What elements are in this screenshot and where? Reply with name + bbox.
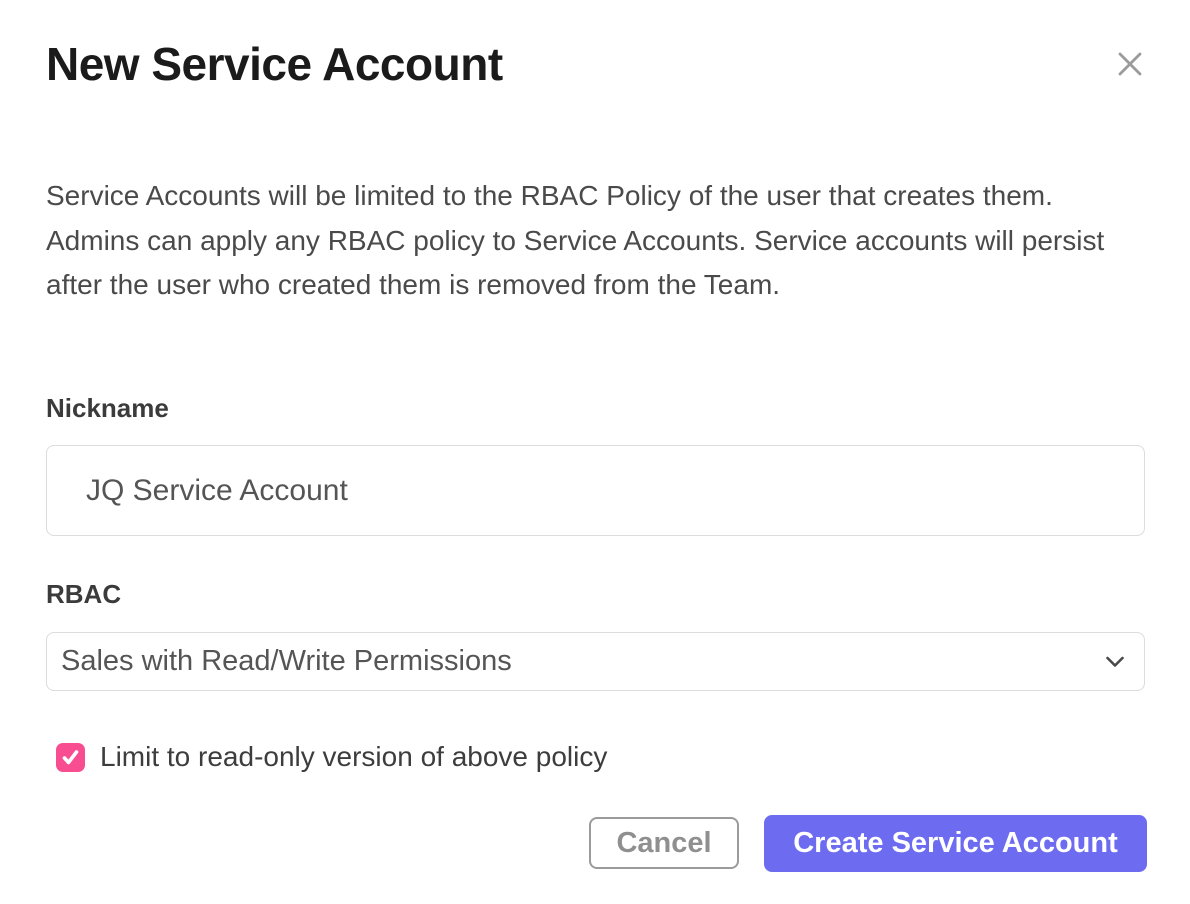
chevron-down-icon xyxy=(1106,656,1124,667)
create-service-account-button[interactable]: Create Service Account xyxy=(764,815,1147,872)
page-title: New Service Account xyxy=(46,38,503,90)
close-button[interactable] xyxy=(1112,46,1148,82)
nickname-input[interactable] xyxy=(46,445,1145,536)
nickname-label: Nickname xyxy=(46,393,169,424)
rbac-selected-value: Sales with Read/Write Permissions xyxy=(61,645,512,678)
rbac-label: RBAC xyxy=(46,579,121,610)
close-icon xyxy=(1116,50,1144,78)
modal-description: Service Accounts will be limited to the … xyxy=(46,174,1150,308)
rbac-select[interactable]: Sales with Read/Write Permissions xyxy=(46,632,1145,691)
readonly-checkbox-row: Limit to read-only version of above poli… xyxy=(56,741,607,773)
readonly-checkbox-label[interactable]: Limit to read-only version of above poli… xyxy=(100,741,607,773)
new-service-account-modal: New Service Account Service Accounts wil… xyxy=(0,0,1190,904)
cancel-button[interactable]: Cancel xyxy=(589,817,739,869)
readonly-checkbox[interactable] xyxy=(56,743,85,772)
check-icon xyxy=(61,748,80,767)
